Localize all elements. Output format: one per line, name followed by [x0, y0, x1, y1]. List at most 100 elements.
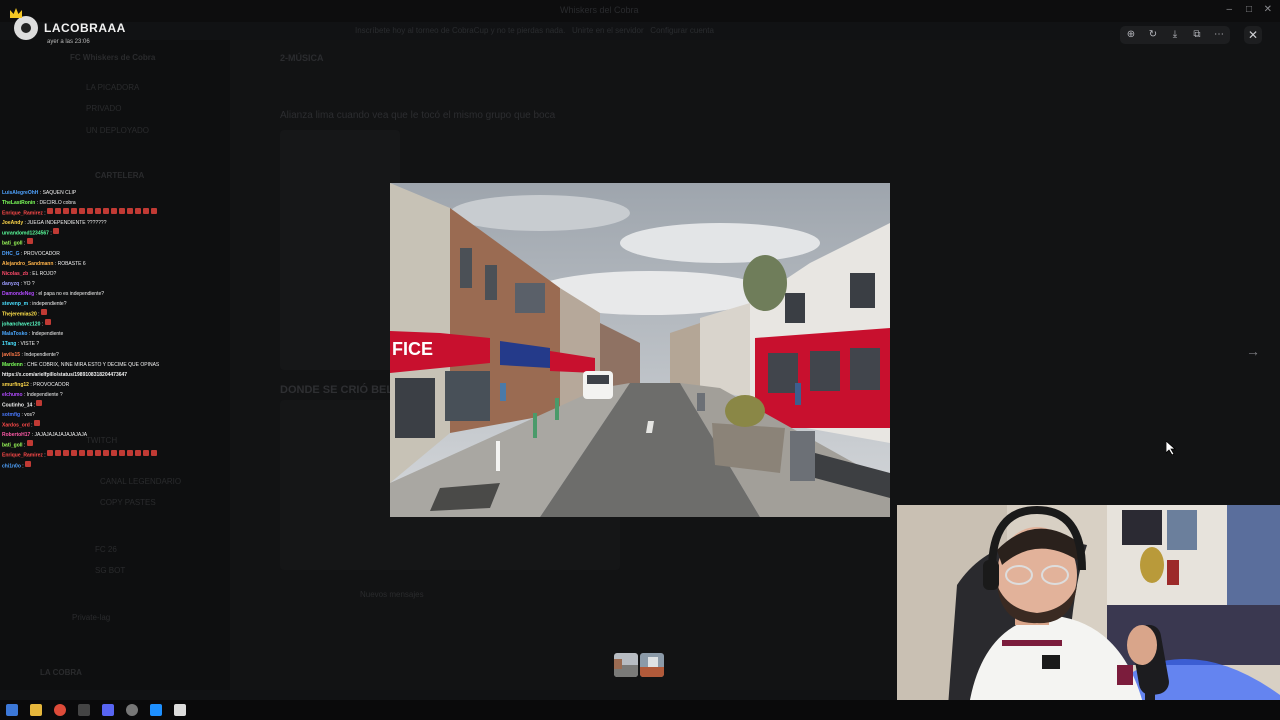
chat-username[interactable]: Xardos_ord — [2, 423, 30, 429]
chat-username[interactable]: Mardenn — [2, 362, 23, 368]
new-messages-divider: Nuevos mensajes — [360, 590, 424, 599]
chat-username[interactable]: unrandomd1234567 — [2, 231, 49, 237]
chat-username[interactable]: javils15 — [2, 352, 20, 358]
chrome-icon[interactable] — [54, 704, 66, 716]
rotate-icon[interactable]: ↻ — [1146, 28, 1160, 42]
banner-link-2[interactable]: Configurar cuenta — [650, 26, 714, 35]
image-thumbnails — [614, 653, 664, 677]
chat-username[interactable]: Enrique_Ramirez — [2, 211, 43, 217]
app-icon[interactable] — [150, 704, 162, 716]
chat-username[interactable]: Alejandro_Sandmann — [2, 261, 53, 267]
chat-username[interactable]: danyzq — [2, 281, 19, 287]
sidebar-item-2[interactable]: PRIVADO — [86, 104, 121, 113]
emote-icon — [63, 450, 70, 457]
chat-username[interactable]: johanchavez120 — [2, 322, 40, 328]
chat-message: Alejandro_Sandmann : ROBASTE 6 — [2, 260, 86, 267]
chat-text: Independiente? — [24, 351, 59, 358]
app-icon-2[interactable] — [174, 704, 186, 716]
chat-message: Coutinho_14 : — [2, 399, 172, 410]
emote-icon — [119, 450, 126, 457]
chat-username[interactable]: sotmfig — [2, 412, 20, 418]
chat-username[interactable]: stevenp_m — [2, 301, 28, 307]
chat-text: JUEGA INDEPENDIENTE ??????? — [27, 220, 107, 227]
windows-start-icon[interactable] — [6, 704, 18, 716]
chat-username[interactable]: MalaTosko — [2, 331, 27, 337]
sidebar-item-1[interactable]: LA PICADORA — [86, 83, 139, 92]
emote-icon — [87, 208, 94, 215]
chat-username[interactable]: Thejeremias20 — [2, 312, 37, 318]
user-panel-name[interactable]: LA COBRA — [40, 668, 82, 677]
chat-username[interactable]: Enrique_Ramirez — [2, 453, 43, 459]
emote-icon — [135, 450, 142, 457]
chat-username[interactable]: bati_goll — [2, 241, 23, 247]
minimize-icon[interactable]: – — [1226, 4, 1232, 15]
chat-message: sotmfig : vos? — [2, 412, 35, 419]
channel-item[interactable]: SG BOT — [95, 566, 125, 575]
next-image-arrow-icon[interactable]: → — [1242, 340, 1264, 362]
close-viewer-button[interactable]: ✕ — [1244, 26, 1262, 44]
emote-icon — [111, 450, 118, 457]
download-icon[interactable]: ⤓ — [1168, 28, 1182, 42]
chat-username[interactable]: https://x.com/arielfpillo/status/1989108… — [2, 372, 127, 378]
emote-icon — [135, 208, 142, 215]
streamer-webcam — [897, 505, 1280, 720]
chat-message: Xardos_ord : — [2, 420, 172, 430]
chat-text: Independiente ? — [26, 391, 63, 398]
chat-username[interactable]: elchumo — [2, 392, 23, 398]
channel-item[interactable]: FC 26 — [95, 545, 117, 554]
chat-username[interactable]: LuisAlegreOhH — [2, 190, 38, 196]
chat-message: Enrique_Ramirez : — [2, 208, 172, 218]
emote-icon — [151, 450, 158, 457]
emote-icon — [127, 208, 134, 215]
channel-item[interactable]: Private-lag — [72, 613, 110, 622]
chat-text: JAJAJAJAJAJAJAJAJA — [34, 432, 88, 439]
banner-link[interactable]: Unirte en el servidor — [572, 26, 644, 35]
chat-username[interactable]: bati_goll — [2, 443, 23, 449]
sidebar-item-3[interactable]: UN DEPLOYADO — [86, 126, 149, 135]
emote-icon — [79, 450, 86, 457]
chat-text: ROBASTE 6 — [57, 260, 86, 267]
chat-username[interactable]: JoeAndy — [2, 220, 23, 226]
category-label[interactable]: CARTELERA — [95, 171, 144, 180]
more-icon[interactable]: ⋯ — [1212, 28, 1226, 42]
chat-username[interactable]: DHC_G — [2, 251, 20, 257]
chat-username[interactable]: RobertoH17 — [2, 432, 30, 438]
chat-username[interactable]: 1Tang — [2, 341, 16, 347]
emote-icon — [55, 450, 62, 457]
chat-username[interactable]: DamondeNeg — [2, 291, 34, 297]
streamer-logo: LACOBRAAA — [10, 8, 126, 40]
chat-message: TheLastRonin : DECIRLO cobra — [2, 200, 76, 207]
chat-username[interactable]: Coutinho_14 — [2, 402, 32, 408]
steam-icon[interactable] — [78, 704, 90, 716]
thumbnail-1[interactable] — [614, 653, 638, 677]
chat-username[interactable]: TheLastRonin — [2, 200, 35, 206]
chat-message: DHC_G : PROVOCADOR — [2, 250, 60, 257]
zoom-in-icon[interactable]: ⊕ — [1124, 28, 1138, 42]
channel-item[interactable]: CANAL LEGENDARIO — [100, 477, 181, 486]
discord-icon[interactable] — [102, 704, 114, 716]
chat-username[interactable]: chi1n0o — [2, 463, 21, 469]
chat-message: DamondeNeg : el papa no es independiente… — [2, 290, 105, 297]
file-explorer-icon[interactable] — [30, 704, 42, 716]
thumbnail-2[interactable] — [640, 653, 664, 677]
emote-icon — [47, 208, 54, 215]
chat-username[interactable]: Nicolas_zb — [2, 271, 28, 277]
emote-icon — [25, 460, 32, 467]
chat-message: bati_goll : — [2, 440, 172, 450]
open-external-icon[interactable]: ⧉ — [1190, 28, 1204, 42]
window-close-icon[interactable]: ✕ — [1264, 4, 1272, 15]
server-name[interactable]: FC Whiskers de Cobra — [70, 53, 155, 62]
emote-icon — [103, 450, 110, 457]
chat-text: independiente? — [32, 301, 67, 308]
emote-icon — [119, 208, 126, 215]
chat-text: YO ? — [23, 280, 35, 287]
obs-icon[interactable] — [126, 704, 138, 716]
chat-message: MalaTosko : Independiente — [2, 331, 64, 338]
chat-text: CHE COBRIX, NINE MIRA ESTO Y DECIME QUE … — [27, 361, 160, 368]
maximize-icon[interactable]: □ — [1246, 4, 1252, 15]
emote-icon — [40, 309, 47, 316]
chat-username[interactable]: smurfing12 — [2, 382, 29, 388]
street-view-image: FICE — [390, 183, 890, 517]
svg-text:FICE: FICE — [392, 339, 433, 359]
channel-item[interactable]: COPY PASTES — [100, 498, 156, 507]
